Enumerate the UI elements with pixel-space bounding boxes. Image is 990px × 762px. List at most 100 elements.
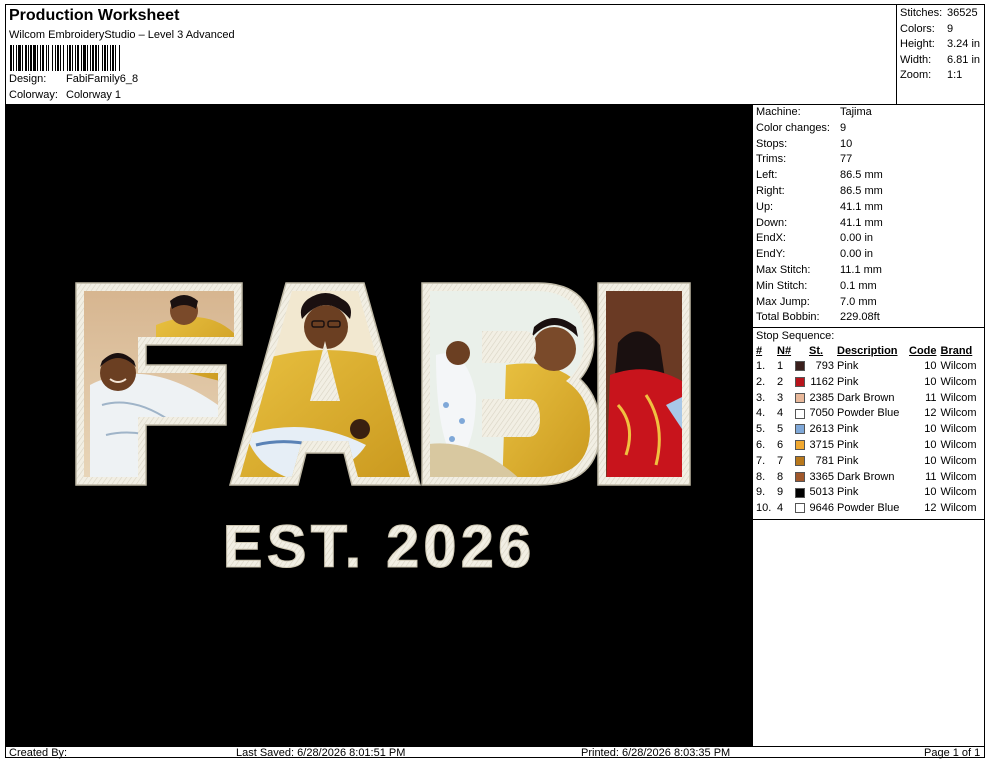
row-stitches: 5013 (809, 486, 834, 499)
machine-label: EndX: (756, 232, 786, 245)
machine-row: Max Stitch: 11.1 mm (753, 263, 985, 279)
row-description: Pink (837, 486, 859, 499)
row-code: 10 (924, 423, 937, 436)
color-swatch (795, 358, 809, 374)
row-code: 10 (924, 454, 937, 467)
machine-value: 41.1 mm (840, 216, 883, 229)
row-brand: Wilcom (940, 391, 977, 404)
col-stitches: St. (809, 344, 824, 357)
stat-label: Zoom: (900, 69, 932, 81)
machine-label: Up: (756, 200, 774, 213)
machine-row: Right: 86.5 mm (753, 184, 985, 200)
row-index: 1. (756, 360, 766, 373)
tagline-text: EST. 2026 (223, 513, 536, 580)
machine-value: 11.1 mm (840, 263, 882, 276)
embroidery-preview: EST. 2026 (75, 282, 691, 581)
row-brand: Wilcom (940, 454, 977, 467)
machine-info-panel: Machine: Tajima Color changes: 9 Stops: 10 Tri… (752, 105, 985, 746)
machine-row: Up: 41.1 mm (753, 200, 985, 216)
page-title: Production Worksheet (9, 7, 180, 24)
row-code: 10 (924, 439, 937, 452)
row-stitches: 793 (815, 360, 834, 373)
table-row: 8. 8 3365 Dark Brown 11 Wilcom (753, 469, 985, 485)
table-row: 10. 4 9646 Powder Blue 12 Wilcom (753, 500, 985, 516)
machine-label: EndY: (756, 248, 786, 261)
row-needle: 5 (777, 423, 784, 436)
row-stitches: 2613 (809, 423, 834, 436)
row-description: Dark Brown (837, 470, 895, 483)
machine-label: Machine: (756, 106, 801, 118)
machine-row: Total Bobbin: 229.08ft (753, 310, 985, 326)
stop-sequence-rows: 1. 1 793 Pink 10 Wilcom 2. 2 1162 Pink 10 Wilcom 3. 3… (753, 358, 985, 516)
machine-label: Color changes: (756, 121, 830, 134)
row-needle: 1 (777, 360, 784, 373)
machine-value: 0.00 in (840, 248, 874, 261)
row-code: 11 (925, 391, 937, 404)
design-value: FabiFamily6_8 (66, 73, 139, 85)
color-swatch (795, 374, 809, 390)
stat-value: 36525 (947, 7, 978, 19)
row-stitches: 3365 (809, 470, 834, 483)
page-number: Page 1 of 1 (924, 747, 981, 759)
machine-value: 77 (840, 153, 853, 166)
row-brand: Wilcom (940, 439, 977, 452)
machine-rows: Machine: Tajima Color changes: 9 Stops: 10 Tri… (753, 105, 985, 326)
row-index: 5. (756, 423, 766, 436)
stop-sequence-title: Stop Sequence: (753, 327, 985, 343)
row-description: Powder Blue (837, 502, 900, 515)
machine-label: Max Jump: (756, 295, 810, 308)
machine-row: Left: 86.5 mm (753, 168, 985, 184)
machine-label: Right: (756, 184, 785, 197)
worksheet-footer: Created By: Last Saved: 6/28/2026 8:01:5… (6, 746, 985, 759)
row-description: Pink (837, 423, 859, 436)
machine-row: EndX: 0.00 in (753, 231, 985, 247)
row-stitches: 781 (815, 454, 834, 467)
table-row: 1. 1 793 Pink 10 Wilcom (753, 358, 985, 374)
stat-row: Width: 6.81 in (897, 53, 985, 69)
row-stitches: 2385 (809, 391, 834, 404)
row-description: Pink (837, 439, 859, 452)
row-needle: 6 (777, 439, 784, 452)
machine-row: Trims: 77 (753, 152, 985, 168)
row-description: Dark Brown (837, 391, 895, 404)
created-by: Created By: (9, 747, 68, 759)
software-subtitle: Wilcom EmbroideryStudio – Level 3 Advanc… (9, 29, 235, 41)
letter-a (229, 282, 421, 486)
stat-row: Colors: 9 (897, 22, 985, 38)
machine-value: 41.1 mm (840, 200, 883, 213)
machine-row: Stops: 10 (753, 137, 985, 153)
row-needle: 3 (777, 391, 784, 404)
color-swatch (795, 469, 809, 485)
stat-label: Height: (900, 38, 935, 50)
stat-value: 1:1 (947, 69, 963, 81)
stat-row: Zoom: 1:1 (897, 68, 985, 84)
row-description: Pink (837, 454, 859, 467)
row-needle: 2 (777, 375, 784, 388)
row-stitches: 1162 (810, 375, 834, 388)
color-swatch (795, 390, 809, 406)
row-brand: Wilcom (940, 360, 977, 373)
colorway-label: Colorway: (9, 89, 58, 101)
col-description: Description (837, 344, 898, 357)
row-code: 12 (924, 407, 937, 420)
stat-label: Colors: (900, 22, 935, 35)
col-code: Code (909, 344, 937, 357)
machine-label: Left: (756, 169, 778, 182)
machine-row: Max Jump: 7.0 mm (753, 295, 985, 311)
color-swatch (795, 406, 809, 422)
row-index: 6. (756, 439, 766, 452)
machine-value: 86.5 mm (840, 184, 883, 197)
table-row: 6. 6 3715 Pink 10 Wilcom (753, 437, 985, 453)
colorway-row: Colorway: Colorway 1 (9, 89, 121, 101)
color-swatch (795, 421, 809, 437)
row-stitches: 3715 (809, 439, 834, 452)
row-brand: Wilcom (940, 502, 977, 515)
row-brand: Wilcom (940, 375, 977, 388)
barcode (10, 45, 223, 71)
row-brand: Wilcom (940, 470, 977, 483)
design-row: Design: FabiFamily6_8 (9, 73, 138, 85)
table-header-row: # N# St. Description Code Brand (753, 343, 985, 358)
stat-row: Stitches: 36525 (897, 6, 985, 22)
design-label: Design: (9, 73, 47, 85)
machine-label: Stops: (756, 137, 788, 150)
